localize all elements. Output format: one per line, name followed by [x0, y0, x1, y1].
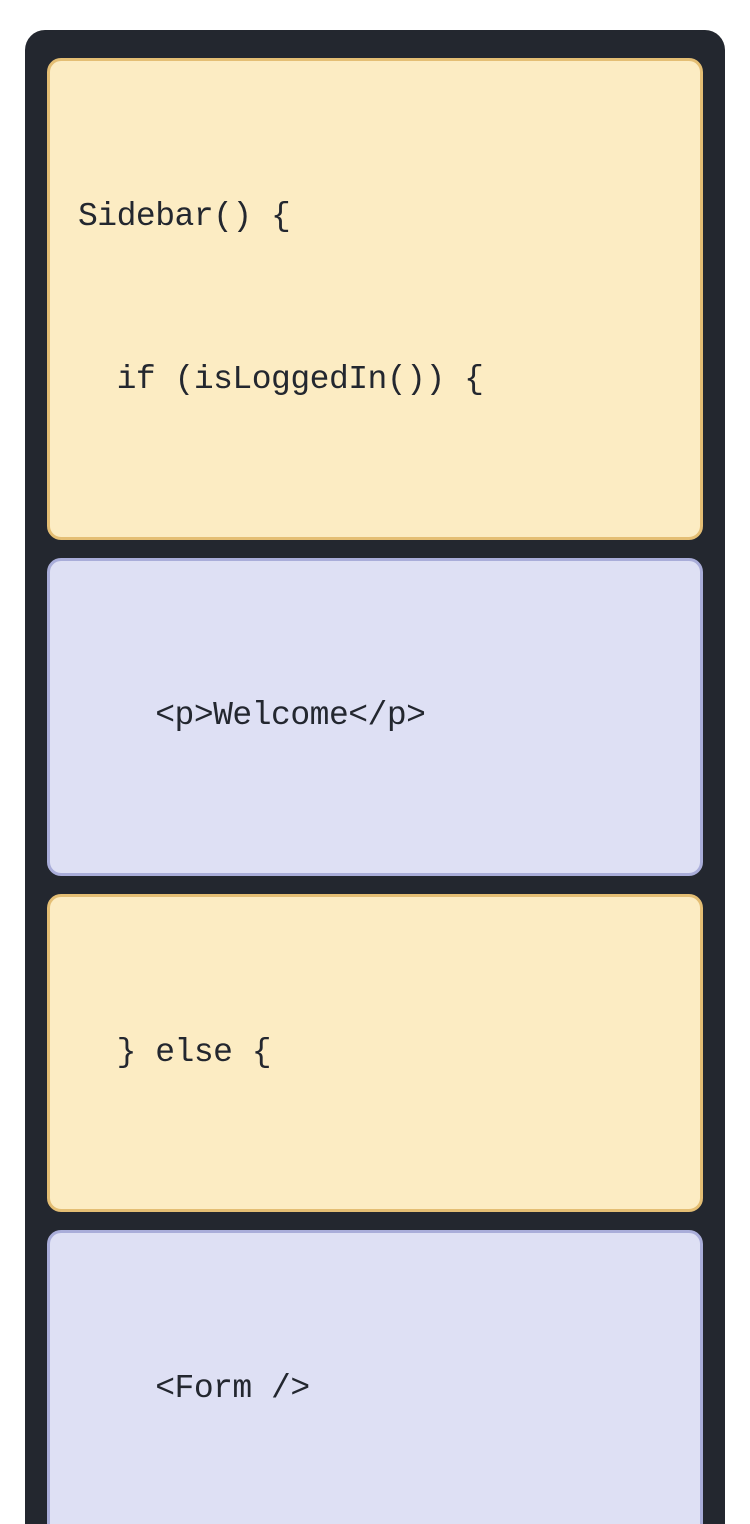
code-line: Sidebar() {	[78, 190, 672, 244]
code-block-js: } else {	[47, 894, 703, 1212]
code-line: } else {	[78, 1026, 672, 1080]
code-block-jsx: <p>Welcome</p>	[47, 558, 703, 876]
code-block-jsx: <Form />	[47, 1230, 703, 1524]
code-block-js: Sidebar() { if (isLoggedIn()) {	[47, 58, 703, 540]
code-diagram-container: Sidebar() { if (isLoggedIn()) { <p>Welco…	[25, 30, 725, 1524]
code-line: <Form />	[78, 1362, 672, 1416]
code-line: <p>Welcome</p>	[78, 689, 672, 743]
code-line: if (isLoggedIn()) {	[78, 353, 672, 407]
